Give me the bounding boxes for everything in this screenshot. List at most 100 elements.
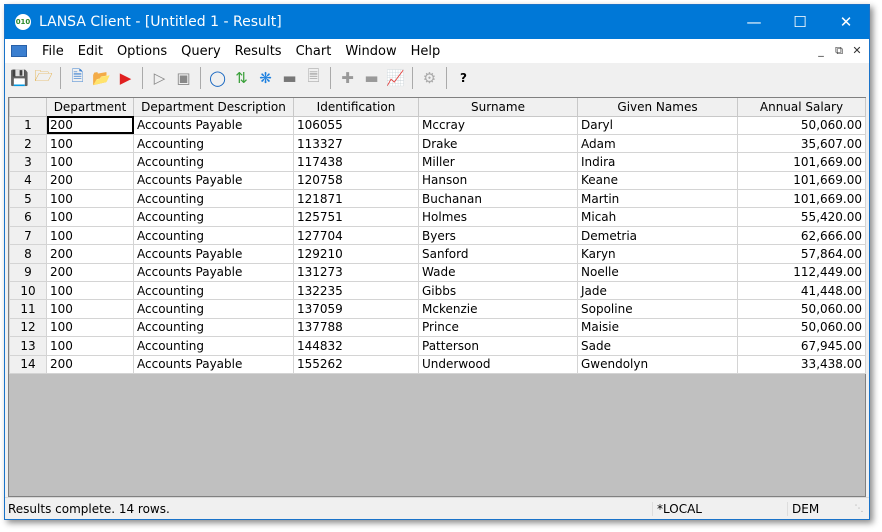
cell-surname[interactable]: Mccray	[418, 115, 578, 135]
table-row[interactable]: 14 200 Accounts Payable 155262 Underwood Gwen…	[9, 354, 866, 374]
cell-department-description[interactable]: Accounting	[133, 133, 294, 154]
open-folder-icon[interactable]: 📂	[91, 68, 112, 89]
cell-department-description[interactable]: Accounts Payable	[133, 354, 294, 374]
cell-department[interactable]: 100	[46, 317, 134, 338]
cell-surname[interactable]: Sanford	[418, 244, 578, 264]
cell-department-description[interactable]: Accounts Payable	[133, 262, 294, 283]
cell-department[interactable]: 100	[46, 336, 134, 356]
cell-surname[interactable]: Gibbs	[418, 281, 578, 301]
cell-department-description[interactable]: Accounts Payable	[133, 170, 294, 191]
cell-identification[interactable]: 129210	[293, 244, 419, 264]
column-header-identification[interactable]: Identification	[293, 98, 419, 117]
cell-given-names[interactable]: Demetria	[577, 225, 738, 246]
cell-given-names[interactable]: Jade	[577, 281, 738, 301]
play-icon[interactable]: ▷	[149, 68, 170, 89]
table-row[interactable]: 3 100 Accounting 117438 Miller Indira 101,669.…	[9, 152, 866, 172]
cell-department-description[interactable]: Accounting	[133, 299, 294, 319]
menu-chart[interactable]: Chart	[289, 44, 339, 59]
cell-identification[interactable]: 121871	[293, 189, 419, 209]
column-header-surname[interactable]: Surname	[418, 98, 578, 117]
table-row[interactable]: 8 200 Accounts Payable 129210 Sanford Karyn 57…	[9, 244, 866, 264]
cell-surname[interactable]: Miller	[418, 152, 578, 172]
cell-given-names[interactable]: Maisie	[577, 317, 738, 338]
cell-given-names[interactable]: Keane	[577, 170, 738, 191]
table-row[interactable]: 6 100 Accounting 125751 Holmes Micah 55,420.00	[9, 207, 866, 227]
row-number[interactable]: 5	[9, 189, 47, 209]
cell-surname[interactable]: Hanson	[418, 170, 578, 191]
cell-department[interactable]: 100	[46, 189, 134, 209]
cell-identification[interactable]: 131273	[293, 262, 419, 283]
cell-identification[interactable]: 106055	[293, 115, 419, 135]
row-number[interactable]: 2	[9, 133, 47, 154]
save-icon[interactable]: 💾	[9, 68, 30, 89]
cell-department[interactable]: 200	[46, 115, 134, 135]
cell-annual-salary[interactable]: 112,449.00	[737, 262, 866, 283]
run-red-icon[interactable]: ▶	[115, 68, 136, 89]
cell-given-names[interactable]: Karyn	[577, 244, 738, 264]
plus-icon[interactable]: ✚	[337, 68, 358, 89]
cell-surname[interactable]: Wade	[418, 262, 578, 283]
cell-given-names[interactable]: Indira	[577, 152, 738, 172]
cell-department[interactable]: 100	[46, 225, 134, 246]
field-icon[interactable]: ▬	[279, 68, 300, 89]
cell-identification[interactable]: 113327	[293, 133, 419, 154]
stop-icon[interactable]: ▣	[173, 68, 194, 89]
row-number[interactable]: 4	[9, 170, 47, 191]
row-number[interactable]: 14	[9, 354, 47, 374]
table-row[interactable]: 5 100 Accounting 121871 Buchanan Martin 101,66…	[9, 189, 866, 209]
cell-identification[interactable]: 117438	[293, 152, 419, 172]
cell-department[interactable]: 100	[46, 281, 134, 301]
cell-department[interactable]: 200	[46, 262, 134, 283]
cell-department-description[interactable]: Accounts Payable	[133, 244, 294, 264]
gears-icon[interactable]: ⚙	[419, 68, 440, 89]
cell-annual-salary[interactable]: 62,666.00	[737, 225, 866, 246]
cell-identification[interactable]: 137059	[293, 299, 419, 319]
cell-department[interactable]: 100	[46, 152, 134, 172]
cell-surname[interactable]: Holmes	[418, 207, 578, 227]
menu-file[interactable]: File	[35, 44, 71, 59]
cell-annual-salary[interactable]: 101,669.00	[737, 152, 866, 172]
mdi-restore-button[interactable]: ⧉	[831, 44, 847, 58]
cell-surname[interactable]: Buchanan	[418, 189, 578, 209]
chart-icon[interactable]: 📈	[385, 68, 406, 89]
cell-department-description[interactable]: Accounting	[133, 189, 294, 209]
cell-given-names[interactable]: Sade	[577, 336, 738, 356]
row-number[interactable]: 11	[9, 299, 47, 319]
results-grid[interactable]: Department Department Description Identi…	[8, 97, 866, 497]
close-button[interactable]: ✕	[823, 13, 869, 31]
cell-department[interactable]: 100	[46, 207, 134, 227]
row-number[interactable]: 10	[9, 281, 47, 301]
cell-department-description[interactable]: Accounting	[133, 281, 294, 301]
resize-grip-icon[interactable]: ⋱	[849, 504, 869, 514]
cell-identification[interactable]: 155262	[293, 354, 419, 374]
cell-annual-salary[interactable]: 50,060.00	[737, 299, 866, 319]
cell-given-names[interactable]: Micah	[577, 207, 738, 227]
cell-surname[interactable]: Byers	[418, 225, 578, 246]
menu-help[interactable]: Help	[404, 44, 448, 59]
cell-given-names[interactable]: Daryl	[577, 115, 738, 135]
cell-given-names[interactable]: Gwendolyn	[577, 354, 738, 374]
cell-identification[interactable]: 144832	[293, 336, 419, 356]
help-button[interactable]: ?	[453, 68, 474, 89]
cell-department[interactable]: 200	[46, 170, 134, 191]
cell-surname[interactable]: Underwood	[418, 354, 578, 374]
cell-given-names[interactable]: Adam	[577, 133, 738, 154]
table-row[interactable]: 7 100 Accounting 127704 Byers Demetria 62,666.…	[9, 225, 866, 246]
cell-annual-salary[interactable]: 57,864.00	[737, 244, 866, 264]
table-row[interactable]: 13 100 Accounting 144832 Patterson Sade 67,945…	[9, 336, 866, 356]
cell-surname[interactable]: Patterson	[418, 336, 578, 356]
row-number[interactable]: 3	[9, 152, 47, 172]
maximize-button[interactable]: ☐	[777, 13, 823, 31]
asterisk-icon[interactable]: ❋	[255, 68, 276, 89]
row-number[interactable]: 13	[9, 336, 47, 356]
cell-annual-salary[interactable]: 50,060.00	[737, 317, 866, 338]
cell-identification[interactable]: 127704	[293, 225, 419, 246]
cell-surname[interactable]: Drake	[418, 133, 578, 154]
exchange-arrows-icon[interactable]: ⇅	[231, 68, 252, 89]
menu-query[interactable]: Query	[174, 44, 228, 59]
row-number[interactable]: 7	[9, 225, 47, 246]
column-header-given-names[interactable]: Given Names	[577, 98, 738, 117]
mdi-close-button[interactable]: ✕	[849, 44, 865, 58]
cell-annual-salary[interactable]: 55,420.00	[737, 207, 866, 227]
row-number-header[interactable]	[9, 98, 47, 117]
